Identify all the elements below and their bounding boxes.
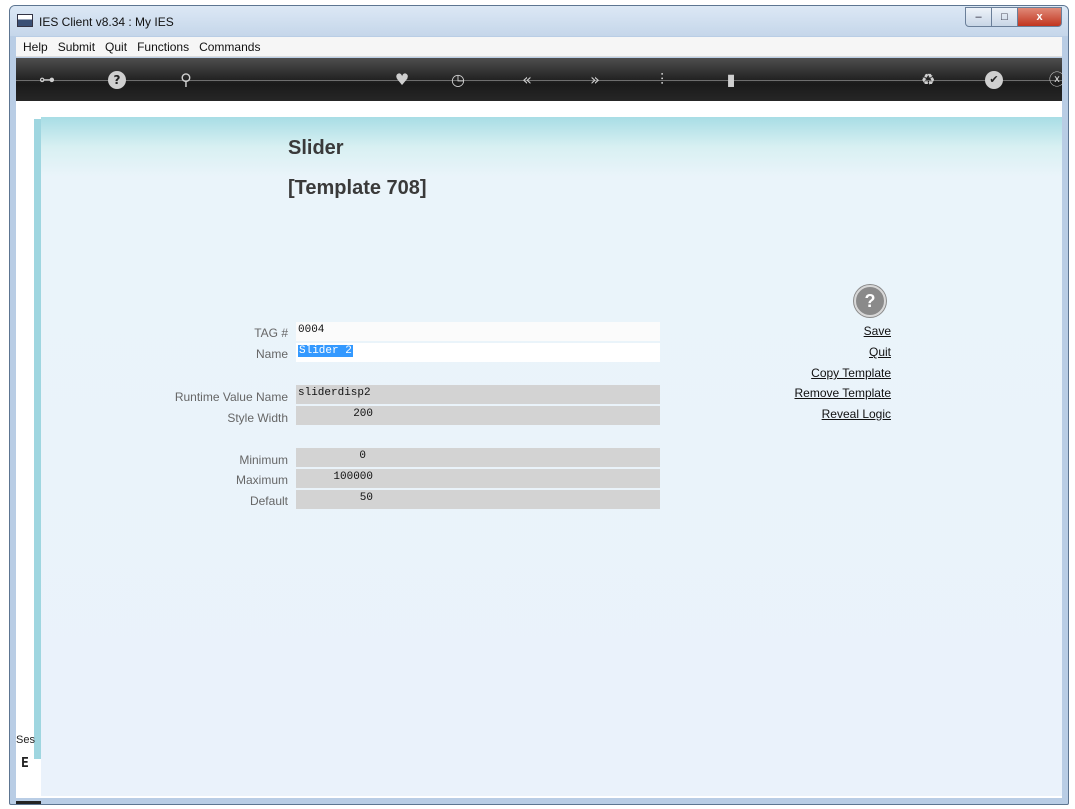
session-sidebar: Ses E — [16, 101, 41, 804]
app-icon — [17, 14, 33, 27]
copy-template-link[interactable]: Copy Template — [811, 366, 891, 380]
window-controls: – □ x — [965, 7, 1062, 27]
quit-link[interactable]: Quit — [869, 345, 891, 359]
template-form-panel: Slider [Template 708] TAG # 0004 Name Sl… — [41, 117, 1062, 796]
menu-functions[interactable]: Functions — [132, 40, 194, 54]
title-bar[interactable]: IES Client v8.34 : My IES – □ x — [10, 6, 1068, 36]
back-icon[interactable]: « — [518, 71, 536, 89]
name-input[interactable]: Slider 2 — [296, 343, 660, 362]
session-label[interactable]: Ses — [16, 734, 35, 746]
window-title: IES Client v8.34 : My IES — [39, 15, 174, 29]
minimum-input[interactable]: 0 — [296, 448, 660, 467]
style-width-label: Style Width — [227, 411, 288, 425]
menu-commands[interactable]: Commands — [194, 40, 265, 54]
minimize-button[interactable]: – — [965, 7, 992, 27]
help-icon[interactable]: ? — [854, 285, 886, 317]
menu-bar: Help Submit Quit Functions Commands — [16, 37, 1062, 57]
style-width-value: 200 — [353, 408, 373, 420]
app-window: IES Client v8.34 : My IES – □ x Help Sub… — [9, 5, 1069, 805]
sidebar-divider — [16, 801, 41, 804]
tools-icon[interactable]: ⫶ — [653, 71, 671, 89]
key-icon[interactable]: ⊶ — [38, 71, 56, 89]
check-icon[interactable]: ✔ — [985, 71, 1003, 89]
save-link[interactable]: Save — [864, 324, 891, 338]
page-title: Slider — [288, 137, 344, 159]
name-label: Name — [255, 347, 288, 361]
content-area: Ses E Slider [Template 708] TAG # 0004 N… — [16, 101, 1062, 804]
menu-submit[interactable]: Submit — [53, 40, 100, 54]
forward-icon[interactable]: » — [586, 71, 604, 89]
heart-icon[interactable]: ♥ — [393, 71, 411, 89]
maximum-input[interactable]: 100000 — [296, 469, 660, 488]
tag-value: 0004 — [298, 324, 325, 336]
tag-label: TAG # — [254, 326, 288, 340]
reveal-logic-link[interactable]: Reveal Logic — [822, 407, 891, 421]
runtime-value-name-input[interactable]: sliderdisp2 — [296, 385, 660, 404]
name-value: Slider 2 — [298, 345, 353, 357]
minimum-label: Minimum — [239, 453, 288, 467]
search-icon[interactable]: ⚲ — [177, 71, 195, 89]
maximize-button[interactable]: □ — [992, 7, 1018, 27]
session-icon[interactable]: E — [21, 756, 29, 771]
default-value: 50 — [359, 492, 373, 504]
page-subtitle: [Template 708] — [288, 177, 427, 199]
default-label: Default — [249, 494, 288, 508]
tag-field[interactable]: 0004 — [296, 322, 660, 341]
maximum-label: Maximum — [235, 473, 288, 487]
minimum-value: 0 — [359, 450, 366, 462]
recycle-icon[interactable]: ♻ — [919, 71, 937, 89]
menu-help[interactable]: Help — [18, 40, 53, 54]
default-input[interactable]: 50 — [296, 490, 660, 509]
style-width-input[interactable]: 200 — [296, 406, 660, 425]
clock-icon[interactable]: ◷ — [449, 71, 467, 89]
runtime-value-name-label: Runtime Value Name — [174, 390, 288, 404]
remove-template-link[interactable]: Remove Template — [795, 386, 892, 400]
toolbar: ⊶ ? ⚲ ♥ ◷ « » ⫶ ▮ ♻ ✔ ⓧ — [16, 58, 1065, 101]
close-window-button[interactable]: x — [1018, 7, 1062, 27]
help-icon[interactable]: ? — [108, 71, 126, 89]
sidebar-strip — [34, 119, 41, 759]
menu-quit[interactable]: Quit — [100, 40, 132, 54]
maximum-value: 100000 — [333, 471, 373, 483]
document-icon[interactable]: ▮ — [722, 71, 740, 89]
close-icon[interactable]: ⓧ — [1048, 71, 1066, 89]
runtime-value-name-value: sliderdisp2 — [298, 387, 371, 399]
